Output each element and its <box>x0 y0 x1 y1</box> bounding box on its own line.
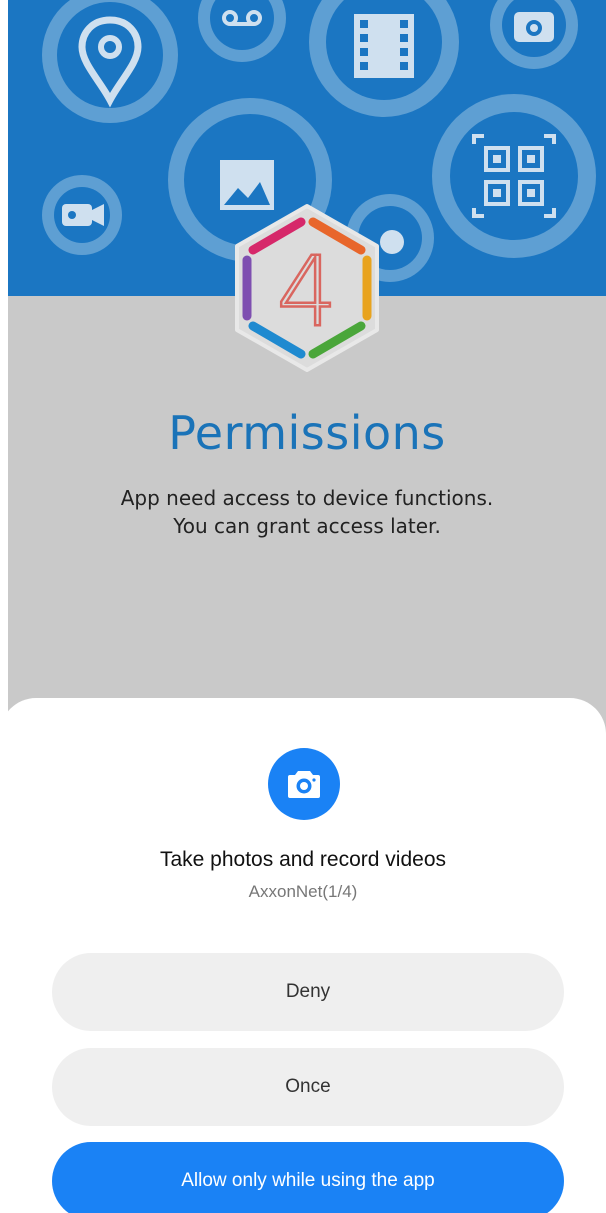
logo-number: 4 <box>276 236 337 348</box>
once-button[interactable]: Once <box>52 1048 564 1126</box>
permission-app-label: AxxonNet(1/4) <box>248 882 358 901</box>
permission-dialog: Take photos and record videos AxxonNet(1… <box>0 698 606 1213</box>
subtitle-line-2: You can grant access later. <box>173 514 441 538</box>
camera-icon <box>288 771 320 798</box>
voicemail-icon <box>198 0 286 62</box>
camera-icon <box>490 0 578 69</box>
screen: 4 Permissions App need access to device … <box>0 0 606 1213</box>
allow-while-using-button[interactable]: Allow only while using the app <box>52 1142 564 1213</box>
page-title: Permissions <box>168 406 446 460</box>
subtitle-line-1: App need access to device functions. <box>120 486 494 510</box>
film-icon <box>309 0 459 117</box>
video-camera-icon <box>42 175 122 255</box>
hexagon-logo-icon: 4 <box>235 204 379 372</box>
qr-code-icon <box>432 94 596 258</box>
permission-title: Take photos and record videos <box>159 848 446 871</box>
page-subtitle: App need access to device functions. You… <box>8 484 606 540</box>
deny-button[interactable]: Deny <box>52 953 564 1031</box>
location-pin-icon <box>42 0 178 123</box>
permission-icon <box>268 748 340 820</box>
